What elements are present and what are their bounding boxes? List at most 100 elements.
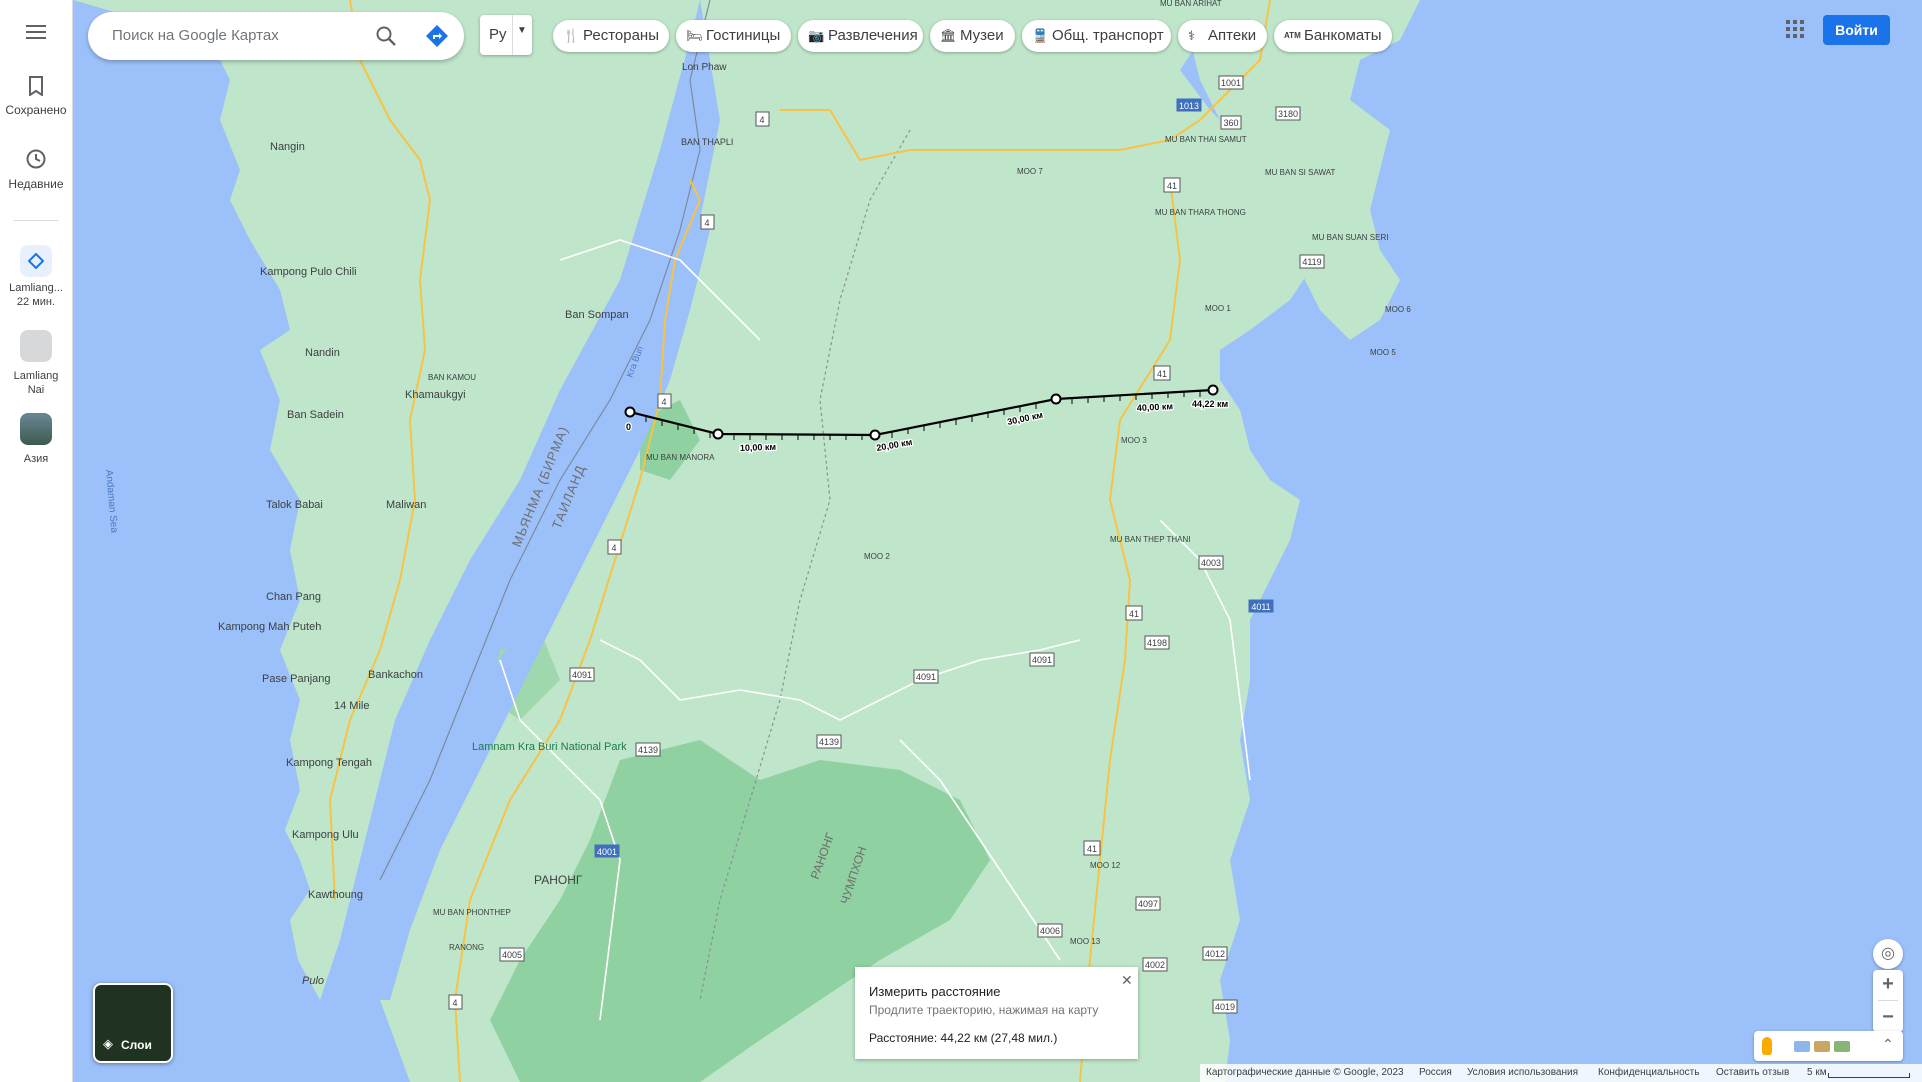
layers-icon: ◈ [103, 1036, 113, 1051]
feedback-link[interactable]: Оставить отзыв [1716, 1064, 1789, 1082]
road-shield: 4091 [569, 667, 595, 682]
chip-transit[interactable]: 🚆 Общ. транспорт [1022, 20, 1171, 52]
place-label: MU BAN THAI SAMUT [1165, 135, 1247, 144]
menu-button[interactable] [0, 24, 72, 43]
place-thumbnail [20, 413, 52, 445]
place-label: 14 Mile [334, 700, 369, 712]
sidebar-item-route[interactable]: Lamliang... 22 мин. [0, 245, 72, 309]
pegman-icon[interactable] [1762, 1037, 1772, 1055]
place-label: Pase Panjang [262, 673, 331, 685]
road-shield: 1013 [1176, 98, 1202, 112]
place-label: MU BAN PHONTHEP [433, 908, 511, 917]
svg-text:4: 4 [704, 218, 709, 228]
svg-text:4019: 4019 [1215, 1002, 1235, 1012]
map-canvas[interactable]: Nangin Kampong Pulo Chili Nandin Ban Sad… [73, 0, 1922, 1082]
privacy-link[interactable]: Конфиденциальность [1598, 1064, 1699, 1082]
sidebar-item-saved[interactable]: Сохранено [0, 76, 72, 117]
chip-restaurants[interactable]: 🍴 Рестораны [553, 20, 669, 52]
svg-text:4139: 4139 [638, 745, 658, 755]
terms-link[interactable]: Условия использования [1467, 1064, 1578, 1082]
place-label: Kampong Pulo Chili [260, 266, 357, 278]
measure-point[interactable] [712, 428, 724, 440]
place-label: Nandin [305, 347, 340, 359]
chip-label: Развлечения [828, 27, 918, 44]
divider [512, 15, 513, 55]
road-shield: 1001 [1218, 75, 1244, 90]
measure-distance: Расстояние: 44,22 км (27,48 мил.) [869, 1031, 1058, 1045]
sidebar-item-place[interactable]: Lamliang Nai [0, 330, 72, 397]
place-label: Lon Phaw [682, 62, 727, 73]
measure-tick-label: 40,00 км [1137, 401, 1174, 413]
svg-text:4: 4 [661, 397, 666, 407]
place-label: Kampong Mah Puteh [218, 621, 321, 633]
chip-label: Рестораны [583, 27, 659, 44]
sidebar-item-sublabel: 22 мин. [16, 296, 56, 308]
park-label: Lamnam Kra Buri National Park [472, 741, 627, 753]
my-location-button[interactable]: ◎ [1873, 939, 1903, 969]
map-type-bar: ⌃ [1754, 1031, 1903, 1061]
sidebar-item-recent[interactable]: Недавние [0, 148, 72, 191]
place-label: MOO 13 [1070, 937, 1101, 946]
road-shield: 4002 [1142, 957, 1168, 972]
road-shield: 4006 [1037, 923, 1063, 938]
chip-atm[interactable]: ATM Банкоматы [1274, 20, 1392, 52]
close-icon[interactable]: ✕ [1121, 972, 1133, 989]
svg-text:4012: 4012 [1205, 949, 1225, 959]
road-shield: 4 [755, 111, 770, 127]
history-icon [26, 149, 46, 169]
road-shield: 4005 [499, 947, 525, 962]
chip-pharmacies[interactable]: ⚕ Аптеки [1178, 20, 1267, 52]
place-label: MOO 2 [864, 552, 890, 561]
map-type-thumbnail[interactable] [1794, 1041, 1810, 1052]
place-label: MU BAN SUAN SERI [1312, 233, 1388, 242]
museum-icon: 🏛 [940, 28, 957, 43]
zoom-in-button[interactable]: + [1873, 970, 1903, 998]
search-box[interactable]: Поиск на Google Картах [88, 12, 464, 60]
province-label: РАНОНГ [534, 873, 583, 887]
map-type-thumbnail[interactable] [1834, 1041, 1850, 1052]
chevron-up-icon[interactable]: ⌃ [1882, 1036, 1894, 1053]
svg-text:41: 41 [1167, 181, 1177, 191]
place-label: MU BAN THARA THONG [1155, 208, 1246, 217]
chip-entertainment[interactable]: 📷 Развлечения [798, 20, 923, 52]
sidebar-item-label: Lamliang Nai [13, 370, 59, 396]
road-shield: 4012 [1202, 946, 1228, 961]
road-shield: 41 [1163, 177, 1181, 193]
map-type-thumbnail[interactable] [1814, 1041, 1830, 1052]
measure-point[interactable] [1207, 384, 1219, 396]
apps-grid-icon[interactable] [1783, 17, 1807, 41]
road-shield: 41 [1153, 365, 1171, 381]
sidebar-item-asia[interactable]: Азия [0, 413, 72, 466]
sign-in-button[interactable]: Войти [1823, 15, 1890, 45]
chip-label: Общ. транспорт [1052, 27, 1164, 44]
measure-point[interactable] [869, 429, 881, 441]
svg-text:4: 4 [452, 998, 457, 1008]
chip-hotels[interactable]: 🛏 Гостиницы [676, 20, 791, 52]
copyright-text: Картографические данные © Google, 2023 [1206, 1067, 1404, 1078]
directions-icon[interactable] [424, 23, 450, 49]
zoom-out-button[interactable]: − [1873, 1003, 1903, 1031]
measure-point[interactable] [1050, 393, 1062, 405]
place-label: MOO 12 [1090, 861, 1121, 870]
language-select[interactable]: Ру ▼ [480, 15, 532, 55]
svg-text:4091: 4091 [572, 670, 592, 680]
place-label: Ban Sompan [565, 309, 629, 321]
bookmark-icon [29, 76, 43, 97]
search-icon[interactable] [374, 24, 398, 48]
layers-button[interactable]: ◈ Слои [93, 983, 173, 1063]
measure-point[interactable] [624, 406, 636, 418]
place-label: Chan Pang [266, 591, 321, 603]
chip-museums[interactable]: 🏛 Музеи [930, 20, 1015, 52]
road-shield: 4 [657, 393, 672, 409]
svg-text:4003: 4003 [1201, 558, 1221, 568]
place-label: Maliwan [386, 499, 426, 511]
country-link[interactable]: Россия [1419, 1064, 1452, 1082]
zoom-control: + − [1873, 970, 1903, 1032]
search-input[interactable]: Поиск на Google Картах [112, 27, 279, 44]
place-label: BAN KAMOU [428, 373, 476, 382]
place-label: MU BAN THEP THANI [1110, 535, 1190, 544]
svg-text:360: 360 [1223, 118, 1238, 128]
road-shield: 4 [700, 214, 715, 230]
measure-tick-label: 10,00 км [740, 442, 777, 453]
chevron-down-icon[interactable]: ▼ [517, 25, 527, 36]
